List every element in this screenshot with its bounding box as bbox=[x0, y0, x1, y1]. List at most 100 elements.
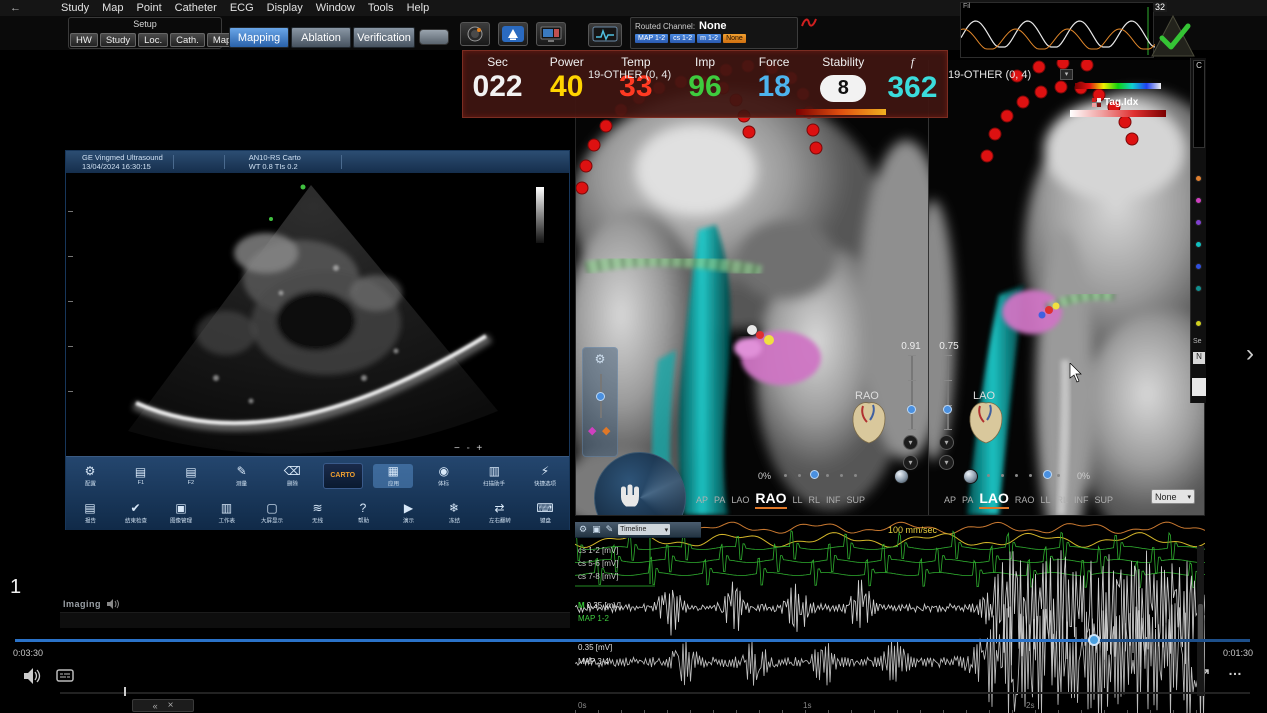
subtitle-button[interactable] bbox=[56, 669, 75, 683]
channel-chip-m12[interactable]: m 1-2 bbox=[697, 34, 721, 43]
tool-panel-slider-knob[interactable] bbox=[596, 392, 605, 401]
menu-point[interactable]: Point bbox=[137, 2, 162, 14]
menu-study[interactable]: Study bbox=[61, 2, 89, 14]
heart-orientation-thumbnail[interactable] bbox=[849, 400, 889, 445]
transparency-knob[interactable] bbox=[810, 470, 819, 479]
orientation-compass[interactable]: ▾ bbox=[594, 452, 686, 515]
fill-threshold-knob[interactable] bbox=[907, 405, 916, 414]
orient-sup-r[interactable]: SUP bbox=[1094, 495, 1113, 505]
cn-keyboard-button[interactable]: ⌨键盘 bbox=[525, 501, 565, 525]
side-panel-n-box[interactable]: N bbox=[1193, 352, 1205, 364]
tag-color-magenta[interactable] bbox=[1195, 197, 1202, 204]
cn-apps-button[interactable]: ▦应用 bbox=[373, 464, 413, 488]
slider-step-button-right-2[interactable]: ▾ bbox=[939, 455, 954, 470]
map-view-left[interactable]: ⚙ ◆ ◆ ▾ 0.91 ▾ ▾ RAO 0% bbox=[575, 60, 928, 515]
orient-pa-r[interactable]: PA bbox=[962, 495, 973, 505]
cn-end-exam-button[interactable]: ✔结束检查 bbox=[116, 501, 156, 525]
transparency-slider[interactable] bbox=[784, 470, 864, 480]
orient-lao[interactable]: LAO bbox=[731, 495, 749, 505]
ecg-scrollbar-thumb[interactable] bbox=[1198, 604, 1203, 642]
side-panel-white-box[interactable] bbox=[1192, 378, 1206, 396]
gear-icon[interactable]: ⚙ bbox=[595, 352, 606, 366]
tag-color-orange[interactable] bbox=[1195, 175, 1202, 182]
menu-window[interactable]: Window bbox=[316, 2, 355, 14]
paint-pink-icon[interactable]: ◆ bbox=[588, 424, 596, 437]
video-progress-bar[interactable] bbox=[15, 639, 1250, 642]
menu-map[interactable]: Map bbox=[102, 2, 123, 14]
orient-ll-r[interactable]: LL bbox=[1040, 495, 1050, 505]
ecg-scrollbar[interactable] bbox=[1197, 546, 1204, 696]
tag-color-cyan[interactable] bbox=[1195, 241, 1202, 248]
menu-tools[interactable]: Tools bbox=[368, 2, 394, 14]
menu-display[interactable]: Display bbox=[267, 2, 303, 14]
setup-loc-button[interactable]: Loc. bbox=[138, 33, 168, 47]
orient-rl-r[interactable]: RL bbox=[1056, 495, 1068, 505]
signal-monitor-icon-button[interactable] bbox=[588, 23, 622, 47]
orient-ap[interactable]: AP bbox=[696, 495, 708, 505]
cn-report-button[interactable]: ▤报告 bbox=[70, 501, 110, 525]
orient-inf-r[interactable]: INF bbox=[1074, 495, 1089, 505]
orient-rl[interactable]: RL bbox=[809, 495, 821, 505]
cn-config-button[interactable]: ⚙配置 bbox=[70, 464, 110, 488]
camera-icon[interactable]: ▣ bbox=[592, 524, 601, 535]
panel-expand-chevron[interactable]: › bbox=[1246, 340, 1254, 368]
cn-scan-assistant-button[interactable]: ▥扫描助手 bbox=[474, 464, 514, 488]
cn-help-button[interactable]: ?帮助 bbox=[343, 501, 383, 525]
dial-icon-button[interactable] bbox=[460, 22, 490, 46]
setup-hw-button[interactable]: HW bbox=[70, 33, 98, 47]
side-panel-header[interactable]: C bbox=[1193, 60, 1205, 148]
cn-demo-button[interactable]: ▶演示 bbox=[389, 501, 429, 525]
cn-freeze-button[interactable]: ❄冻结 bbox=[434, 501, 474, 525]
slider-step-button-2[interactable]: ▾ bbox=[903, 455, 918, 470]
orient-rao-r[interactable]: RAO bbox=[1015, 495, 1035, 505]
orient-ll[interactable]: LL bbox=[793, 495, 803, 505]
tag-color-yellow[interactable] bbox=[1195, 320, 1202, 327]
channel-chip-none[interactable]: None bbox=[723, 34, 746, 43]
map-view-right[interactable]: ▾ Tag.Idx 0.75 ▾ ▾ LAO 0% AP PA bbox=[928, 60, 1205, 515]
cn-big-screen-button[interactable]: ▢大屏显示 bbox=[252, 501, 292, 525]
misc-toolbar-button[interactable] bbox=[419, 29, 449, 45]
cn-quick-options-button[interactable]: ⚡快捷选项 bbox=[525, 464, 565, 488]
globe-icon-right[interactable] bbox=[963, 469, 978, 484]
orient-sup[interactable]: SUP bbox=[847, 495, 866, 505]
tag-color-blue[interactable] bbox=[1195, 263, 1202, 270]
slider-step-button-right-1[interactable]: ▾ bbox=[939, 435, 954, 450]
alarm-icon-button[interactable] bbox=[498, 22, 528, 46]
secondary-timeline[interactable] bbox=[60, 692, 1250, 694]
tab-mapping[interactable]: Mapping bbox=[229, 27, 289, 48]
tab-verification[interactable]: Verification bbox=[353, 27, 415, 48]
setup-study-button[interactable]: Study bbox=[100, 33, 136, 47]
menu-catheter[interactable]: Catheter bbox=[175, 2, 217, 14]
cn-bodymark-button[interactable]: ◉体标 bbox=[424, 464, 464, 488]
tag-color-teal[interactable] bbox=[1195, 285, 1202, 292]
orient-pa[interactable]: PA bbox=[714, 495, 725, 505]
orient-ap-r[interactable]: AP bbox=[944, 495, 956, 505]
slider-step-button-1[interactable]: ▾ bbox=[903, 435, 918, 450]
cn-print-f1-button[interactable]: ▤F1 bbox=[121, 465, 161, 486]
cn-wireless-button[interactable]: ≋无线 bbox=[298, 501, 338, 525]
ruler-icon[interactable]: ✎ bbox=[606, 524, 614, 535]
channel-chip-map12[interactable]: MAP 1-2 bbox=[635, 34, 668, 43]
cn-flip-button[interactable]: ⇄左右翻转 bbox=[480, 501, 520, 525]
transparency-knob-right[interactable] bbox=[1043, 470, 1052, 479]
volume-button[interactable] bbox=[22, 667, 44, 685]
gear-icon[interactable]: ⚙ bbox=[579, 524, 587, 535]
transparency-slider-right[interactable] bbox=[987, 470, 1067, 480]
cn-print-f2-button[interactable]: ▤F2 bbox=[171, 465, 211, 486]
zoom-out-icon[interactable]: − bbox=[454, 443, 460, 454]
orient-inf[interactable]: INF bbox=[826, 495, 841, 505]
tab-ablation[interactable]: Ablation bbox=[291, 27, 351, 48]
orient-rao-active[interactable]: RAO bbox=[755, 490, 786, 509]
menu-ecg[interactable]: ECG bbox=[230, 2, 254, 14]
paint-orange-icon[interactable]: ◆ bbox=[602, 424, 610, 437]
map-dropdown-caret[interactable]: ▾ bbox=[1060, 69, 1073, 80]
carto-button[interactable]: CARTO bbox=[323, 463, 363, 489]
rewind-icon[interactable]: « bbox=[153, 701, 158, 711]
menu-help[interactable]: Help bbox=[407, 2, 430, 14]
back-icon[interactable]: ← bbox=[10, 2, 21, 14]
ecg-timeline-dropdown[interactable]: Timeline▾ bbox=[618, 524, 670, 535]
channel-chip-cs12[interactable]: cs 1-2 bbox=[670, 34, 695, 43]
cn-worksheet-button[interactable]: ▥工作表 bbox=[207, 501, 247, 525]
fill-threshold-slider-right[interactable] bbox=[947, 355, 949, 430]
cn-measure-button[interactable]: ✎测量 bbox=[222, 464, 262, 488]
